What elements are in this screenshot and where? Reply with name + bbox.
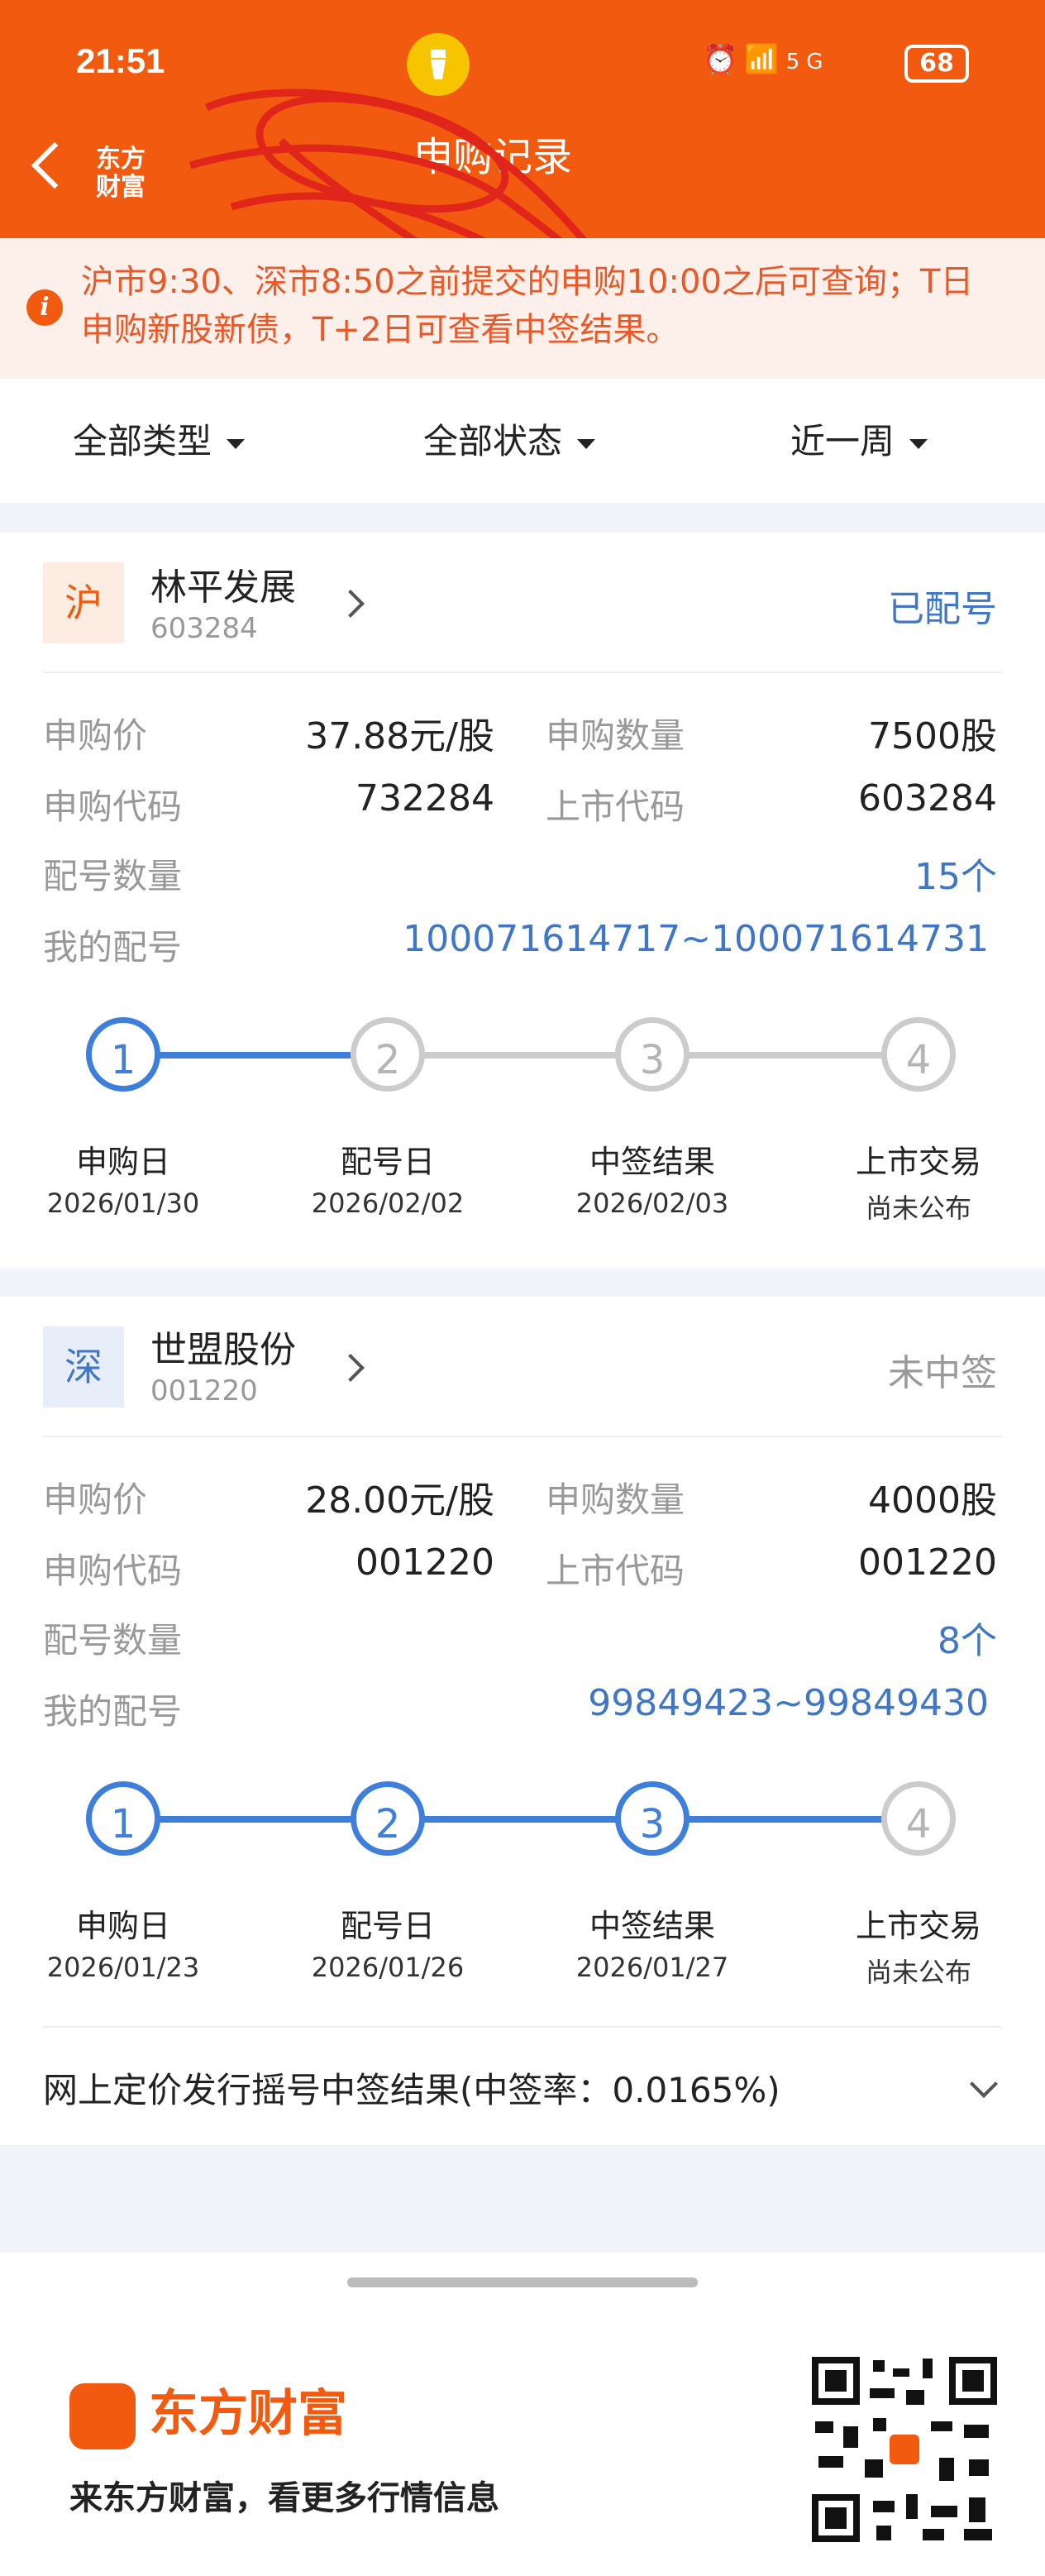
status-time: 21:51: [76, 41, 165, 80]
step-label: 上市交易: [855, 1144, 981, 1180]
header-logo: 东方财富: [96, 145, 146, 202]
filter-type-label: 全部类型: [73, 421, 212, 461]
qty-value: 4000股: [868, 1479, 997, 1522]
my-alloc-value: 100071614717~100071614731: [403, 918, 989, 960]
filter-period[interactable]: 近一周: [790, 413, 928, 464]
progress-line: [389, 1816, 653, 1823]
filter-period-label: 近一周: [790, 421, 895, 461]
stock-code: 603284: [150, 612, 258, 645]
my-alloc-label: 我的配号: [43, 1691, 183, 1732]
signal-label: 5G: [785, 50, 830, 74]
price-label: 申购价: [43, 1479, 148, 1520]
step-label: 上市交易: [855, 1908, 981, 1944]
step-circle: 1: [86, 1017, 160, 1092]
qty-label: 申购数量: [546, 715, 685, 756]
stock-code: 001220: [150, 1374, 258, 1407]
step-circle: 3: [615, 1017, 690, 1092]
step-label: 申购日: [75, 1908, 170, 1944]
step-label: 中签结果: [589, 1144, 715, 1180]
alloc-count-label: 配号数量: [43, 1620, 183, 1661]
price-value: 28.00元/股: [305, 1479, 494, 1522]
step-date: 2026/01/26: [311, 1952, 465, 1983]
caret-down-icon: [577, 438, 596, 449]
stock-name[interactable]: 世盟股份: [150, 1320, 296, 1373]
step-date: 2026/02/03: [575, 1188, 729, 1219]
step-label: 申购日: [75, 1144, 170, 1180]
sub-code-label: 申购代码: [43, 1551, 183, 1591]
progress-line: [653, 1816, 919, 1823]
progress-line: [389, 1052, 653, 1059]
step-circle: 2: [351, 1017, 425, 1092]
sub-code-value: 001220: [355, 1541, 494, 1584]
status-badge: 已配号: [888, 588, 997, 630]
brand-mark-icon: [69, 2383, 136, 2450]
step-date: 2026/02/02: [311, 1188, 465, 1219]
status-badge: 未中签: [888, 1352, 997, 1394]
list-code-label: 上市代码: [546, 1551, 685, 1591]
step-circle: 1: [86, 1781, 160, 1856]
brand-name: 东方财富: [149, 2385, 347, 2443]
price-label: 申购价: [43, 715, 148, 756]
brand-logo: 东方财富: [69, 2373, 347, 2450]
qr-code-icon: [807, 2352, 1002, 2547]
price-value: 37.88元/股: [305, 715, 494, 758]
qty-label: 申购数量: [546, 1479, 685, 1520]
step-circle: 4: [881, 1017, 956, 1092]
step-circle: 3: [615, 1781, 690, 1856]
step-label: 配号日: [340, 1908, 435, 1944]
divider: [43, 671, 1002, 673]
qty-value: 7500股: [868, 715, 997, 758]
sub-code-label: 申购代码: [43, 786, 183, 827]
market-badge: 沪: [43, 562, 124, 643]
alloc-count-value: 15个: [914, 856, 997, 898]
progress-line: [124, 1052, 389, 1059]
alloc-count-label: 配号数量: [43, 856, 183, 896]
filter-status-label: 全部状态: [423, 421, 563, 461]
step-date: 尚未公布: [865, 1957, 971, 1988]
filter-status[interactable]: 全部状态: [423, 413, 596, 464]
step-date: 2026/01/27: [575, 1952, 729, 1983]
list-code-value: 001220: [858, 1541, 997, 1584]
lottery-result-row[interactable]: 网上定价发行摇号中签结果(中签率：0.0165%): [43, 2062, 780, 2113]
list-code-value: 603284: [858, 777, 997, 820]
wifi-icon: 📶: [744, 43, 786, 76]
stock-name[interactable]: 林平发展: [150, 557, 296, 610]
list-code-label: 上市代码: [546, 786, 685, 827]
alloc-count-value: 8个: [938, 1620, 997, 1662]
my-alloc-label: 我的配号: [43, 927, 183, 968]
step-date: 2026/01/30: [46, 1188, 200, 1219]
notice-text: 沪市9:30、深市8:50之前提交的申购10:00之后可查询；T日申购新股新债，…: [81, 263, 974, 349]
alarm-icon: ⏰: [703, 43, 745, 76]
step-label: 中签结果: [589, 1908, 715, 1944]
battery-icon: 68: [904, 45, 969, 83]
caret-down-icon: [227, 438, 246, 449]
step-date: 尚未公布: [865, 1192, 971, 1224]
step-date: 2026/01/23: [46, 1952, 200, 1983]
status-icons: ⏰📶5G: [703, 43, 829, 76]
step-circle: 2: [351, 1781, 425, 1856]
caret-down-icon: [909, 438, 928, 449]
step-circle: 4: [881, 1781, 956, 1856]
filter-type[interactable]: 全部类型: [73, 413, 246, 464]
progress-line: [124, 1816, 389, 1823]
my-alloc-value: 99849423~99849430: [588, 1682, 989, 1724]
divider: [43, 2026, 1002, 2028]
home-indicator[interactable]: [347, 2277, 698, 2287]
step-label: 配号日: [340, 1144, 435, 1180]
divider: [43, 1436, 1002, 1437]
progress-line: [653, 1052, 919, 1059]
info-icon: i: [26, 289, 63, 326]
sub-code-value: 732284: [355, 777, 494, 820]
market-badge: 深: [43, 1326, 124, 1407]
footer-slogan: 来东方财富，看更多行情信息: [69, 2479, 499, 2517]
